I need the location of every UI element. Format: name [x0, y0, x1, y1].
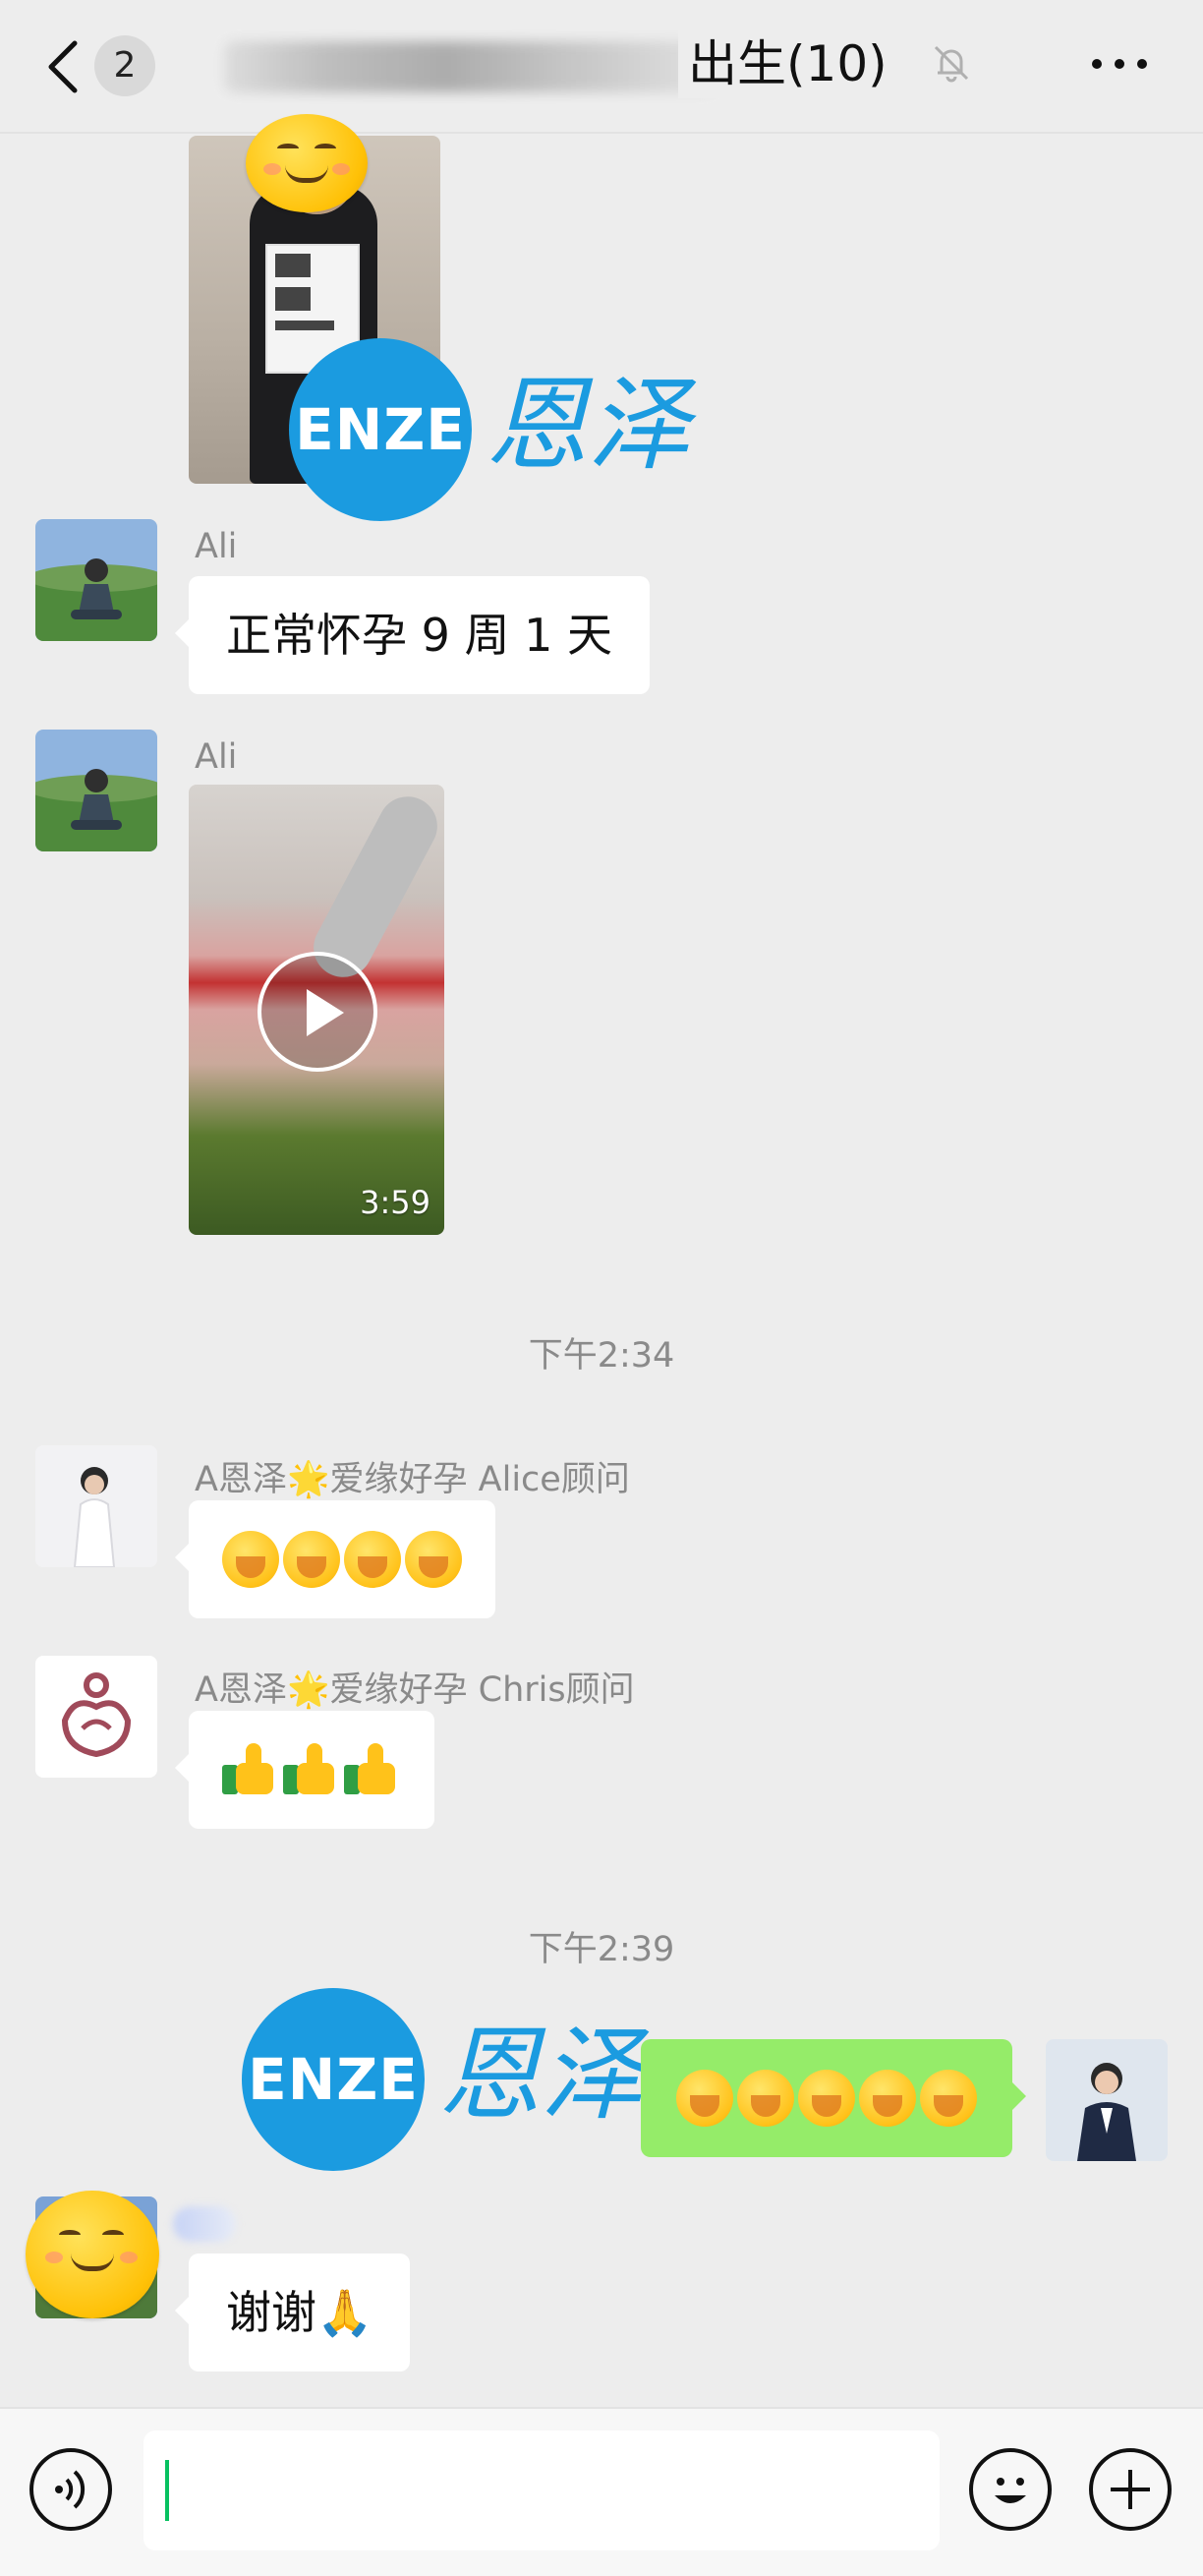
enze-watermark-logo: ENZE 恩泽	[242, 1988, 655, 2175]
video-duration: 3:59	[360, 1184, 430, 1221]
shy-face-emoji	[676, 2070, 733, 2127]
enze-logo-cn: 恩泽	[438, 2015, 644, 2135]
message-bubble[interactable]: 正常怀孕 9 周 1 天	[174, 576, 651, 694]
message-input[interactable]	[143, 2430, 940, 2550]
shy-face-emoji	[920, 2070, 977, 2127]
shy-face-emoji	[344, 1531, 401, 1588]
thumbs-up-emoji	[222, 1741, 279, 1798]
shy-face-emoji	[798, 2070, 855, 2127]
shy-face-emoji	[405, 1531, 462, 1588]
thumbs-up-emoji	[283, 1741, 340, 1798]
unread-count-badge: 2	[94, 35, 155, 96]
blurred-title-region	[224, 41, 716, 92]
avatar-chris[interactable]	[35, 1656, 157, 1778]
avatar-alice[interactable]	[35, 1445, 157, 1567]
voice-button[interactable]	[29, 2448, 112, 2531]
plus-icon	[1111, 2470, 1150, 2509]
chat-header: 2 出生(10)	[0, 0, 1203, 134]
sender-name: A恩泽🌟爱缘好孕 Alice顾问	[195, 1460, 630, 1499]
chat-title: 出生(10)	[678, 29, 888, 98]
blurred-sender-name	[173, 2206, 236, 2242]
sender-name: Ali	[195, 737, 238, 777]
timestamp: 下午2:39	[528, 1930, 675, 1969]
smiley-sticker	[246, 114, 368, 212]
own-emoji-message[interactable]	[641, 2039, 1026, 2157]
emoji-message[interactable]	[175, 1711, 434, 1829]
play-button[interactable]	[258, 952, 377, 1072]
emoji-message[interactable]	[175, 1500, 495, 1618]
enze-watermark-logo: ENZE 恩泽	[289, 338, 702, 525]
voice-icon	[55, 2470, 86, 2509]
more-dots-icon	[1092, 59, 1147, 69]
sender-name: A恩泽🌟爱缘好孕 Chris顾问	[195, 1670, 635, 1710]
more-options-button[interactable]	[1085, 39, 1154, 88]
shy-face-emoji	[283, 1531, 340, 1588]
avatar-self[interactable]	[1046, 2039, 1168, 2161]
plus-button[interactable]	[1089, 2448, 1172, 2531]
video-message[interactable]: 3:59	[189, 785, 444, 1235]
shy-face-emoji	[222, 1531, 279, 1588]
avatar-ali[interactable]	[35, 519, 157, 641]
bell-off-icon	[928, 39, 975, 87]
enze-logo-cn: 恩泽	[486, 365, 691, 485]
enze-logo-circle: ENZE	[242, 1988, 425, 2171]
timestamp: 下午2:34	[528, 1336, 675, 1376]
sender-name: Ali	[195, 527, 238, 566]
emoji-icon	[995, 2478, 1026, 2503]
back-button[interactable]	[39, 35, 90, 98]
smiley-sticker	[26, 2191, 159, 2318]
shy-face-emoji	[737, 2070, 794, 2127]
enze-logo-circle: ENZE	[289, 338, 472, 521]
thumbs-up-emoji	[344, 1741, 401, 1798]
shy-face-emoji	[859, 2070, 916, 2127]
text-cursor	[165, 2460, 169, 2521]
message-bubble[interactable]: 谢谢🙏	[174, 2254, 411, 2371]
chevron-left-icon	[48, 40, 78, 93]
avatar-ali[interactable]	[35, 730, 157, 851]
emoji-button[interactable]	[969, 2448, 1052, 2531]
